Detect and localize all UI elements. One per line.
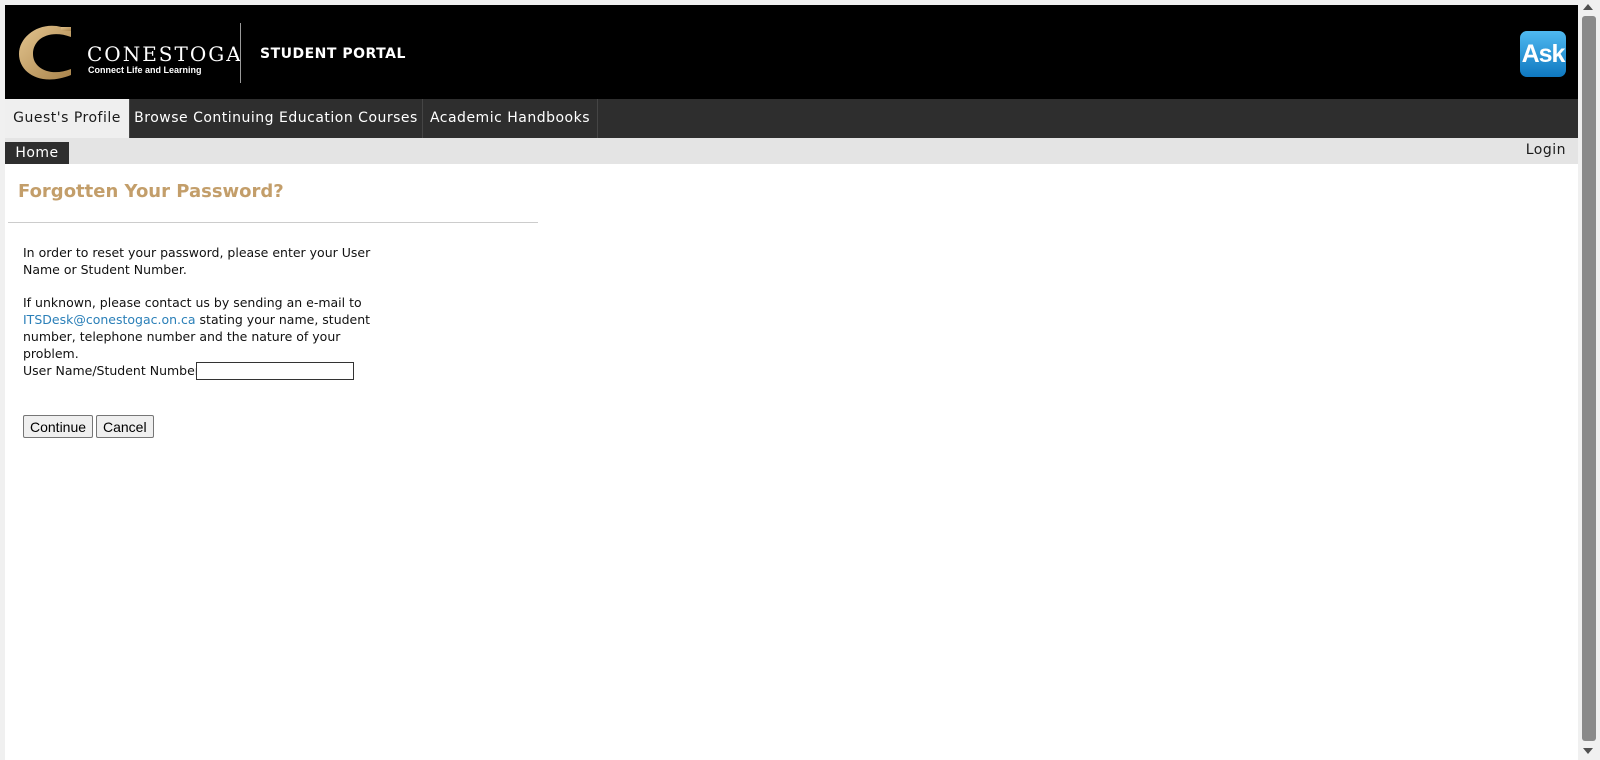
scroll-thumb[interactable] bbox=[1582, 16, 1596, 741]
username-label: User Name/Student Number: bbox=[23, 363, 204, 378]
portal-title: STUDENT PORTAL bbox=[260, 46, 406, 62]
page-title: Forgotten Your Password? bbox=[18, 181, 284, 202]
site-header: CONESTOGA Connect Life and Learning STUD… bbox=[5, 5, 1578, 99]
title-divider bbox=[8, 222, 538, 223]
brand-name: CONESTOGA bbox=[87, 42, 243, 66]
ask-button[interactable]: Ask bbox=[1520, 31, 1566, 77]
username-input[interactable] bbox=[196, 362, 354, 380]
main-nav: Guest's Profile Browse Continuing Educat… bbox=[5, 99, 1578, 138]
contact-text: If unknown, please contact us by sending… bbox=[23, 294, 393, 362]
header-divider bbox=[240, 23, 241, 83]
vertical-scrollbar[interactable] bbox=[1578, 0, 1600, 760]
browser-viewport: CONESTOGA Connect Life and Learning STUD… bbox=[5, 5, 1578, 760]
sub-nav: Home Login bbox=[5, 138, 1578, 164]
conestoga-c-logo-icon[interactable] bbox=[17, 23, 75, 83]
cancel-button[interactable]: Cancel bbox=[96, 415, 154, 438]
contact-text-before: If unknown, please contact us by sending… bbox=[23, 295, 362, 310]
home-link[interactable]: Home bbox=[5, 142, 69, 164]
intro-text: In order to reset your password, please … bbox=[23, 245, 371, 277]
scroll-up-icon[interactable] bbox=[1583, 4, 1593, 10]
scroll-down-icon[interactable] bbox=[1583, 748, 1593, 754]
brand-tagline: Connect Life and Learning bbox=[88, 65, 202, 75]
login-link[interactable]: Login bbox=[1526, 142, 1566, 158]
continue-button[interactable]: Continue bbox=[23, 415, 94, 438]
tab-guests-profile[interactable]: Guest's Profile bbox=[5, 99, 130, 138]
tab-browse-continuing-education[interactable]: Browse Continuing Education Courses bbox=[130, 99, 423, 138]
support-email-link[interactable]: ITSDesk@conestogac.on.ca bbox=[23, 312, 196, 327]
tab-academic-handbooks[interactable]: Academic Handbooks bbox=[423, 99, 598, 138]
